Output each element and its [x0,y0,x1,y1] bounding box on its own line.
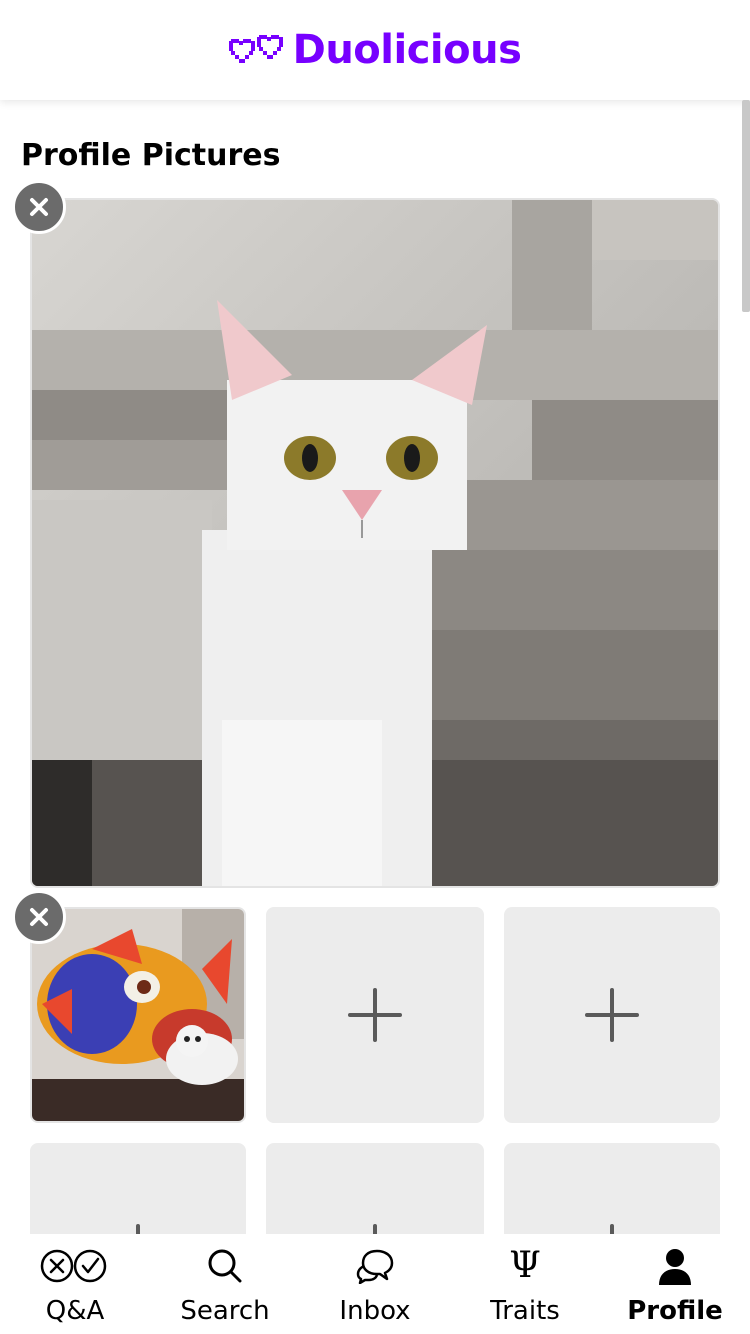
nav-item-inbox[interactable]: Inbox [300,1234,450,1334]
plus-icon [348,988,402,1042]
cat-photo [32,200,718,886]
nav-label-inbox: Inbox [339,1296,411,1326]
nav-label-traits: Traits [490,1296,560,1326]
qa-icon [40,1249,107,1283]
add-photo-slot-3[interactable] [266,907,484,1123]
bottom-nav: Q&A Search Inbox Ψ Traits Profile [0,1234,750,1334]
nav-label-qa: Q&A [45,1296,105,1326]
nav-item-profile[interactable]: Profile [600,1234,750,1334]
nav-item-qa[interactable]: Q&A [0,1234,150,1334]
nav-item-search[interactable]: Search [150,1234,300,1334]
cat-fish-costume-photo [32,909,244,1121]
scrollbar[interactable] [742,100,750,312]
plus-icon [585,988,639,1042]
remove-photo-1-button[interactable] [12,180,66,234]
pixel-hearts-icon [228,35,283,63]
chat-bubbles-icon [356,1249,394,1284]
app-screen: Duolicious Profile Pictures Q&A Search I… [0,0,750,1334]
close-icon [30,198,48,216]
nav-label-search: Search [180,1296,270,1326]
add-photo-slot-4[interactable] [504,907,720,1123]
remove-photo-2-button[interactable] [12,890,66,944]
app-logo: Duolicious [228,27,522,73]
profile-photo-2[interactable] [30,907,246,1123]
header: Duolicious [0,0,750,100]
close-icon [30,908,48,926]
nav-item-traits[interactable]: Ψ Traits [450,1234,600,1334]
psi-icon: Ψ [509,1245,541,1286]
app-name: Duolicious [292,27,522,73]
nav-label-profile: Profile [627,1296,723,1326]
search-icon [208,1249,242,1283]
section-title: Profile Pictures [21,138,281,173]
person-icon [659,1249,691,1285]
profile-photo-1[interactable] [30,198,720,888]
